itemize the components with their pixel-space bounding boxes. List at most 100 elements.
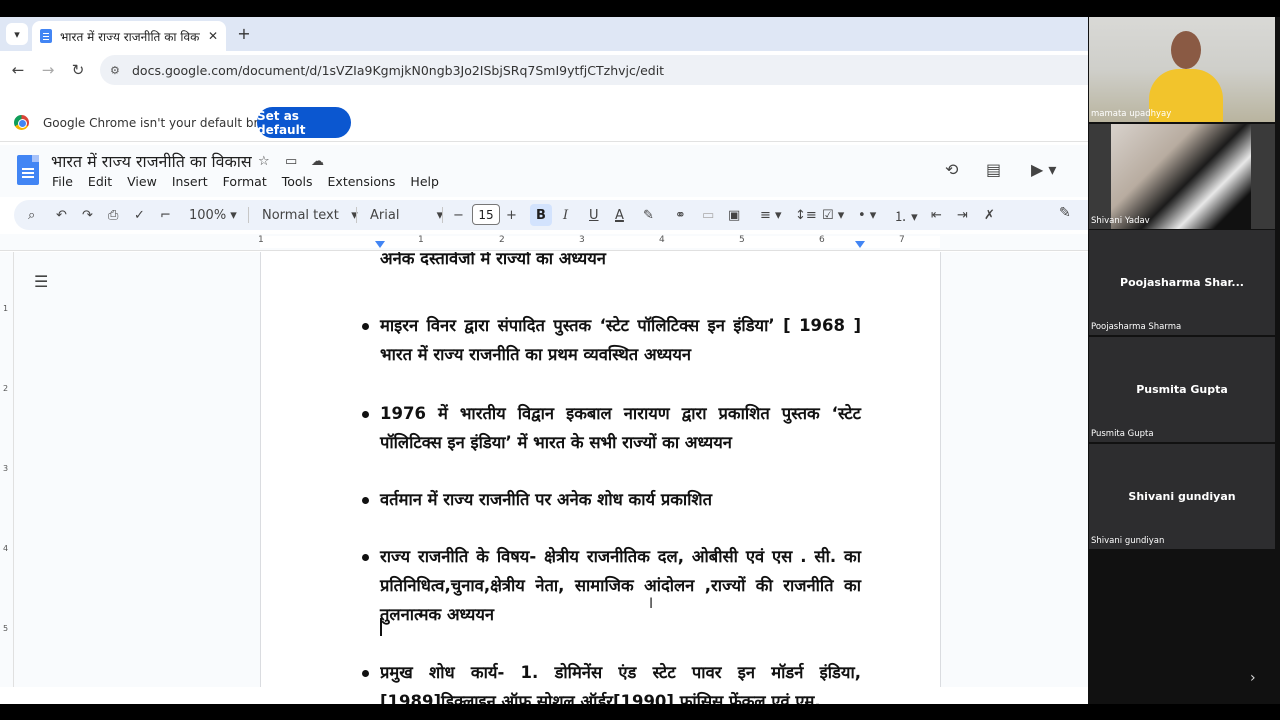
bullet-item-4: राज्य राजनीति के विषय- क्षेत्रीय राजनीति…: [380, 547, 861, 624]
font-size-input[interactable]: 15: [472, 204, 500, 225]
decrease-indent-icon[interactable]: ⇤: [931, 205, 942, 225]
chevron-right-icon[interactable]: ›: [1250, 670, 1256, 686]
decrease-font-size-icon[interactable]: −: [453, 205, 464, 225]
participant-center-label: Poojasharma Shar...: [1120, 276, 1244, 289]
partial-line: अनेक दस्तावेजों में राज्यों का अध्ययन: [380, 252, 606, 268]
toolbar-divider: [356, 207, 357, 223]
participant-tile-mamata[interactable]: [1089, 17, 1275, 122]
chrome-logo-icon: [14, 115, 29, 130]
vruler-number: 2: [3, 384, 9, 393]
undo-icon[interactable]: ↶: [56, 205, 67, 225]
set-as-default-button[interactable]: Set as default: [257, 107, 351, 138]
menu-insert[interactable]: Insert: [172, 174, 208, 189]
toolbar-divider: [248, 207, 249, 223]
zoom-value: 100%: [189, 207, 227, 223]
bullet-dot: [362, 670, 369, 677]
text-cursor: [380, 618, 382, 636]
back-icon[interactable]: ←: [8, 60, 28, 80]
spellcheck-icon[interactable]: ✓: [134, 205, 145, 225]
left-indent-marker[interactable]: [375, 241, 385, 248]
star-icon[interactable]: ☆: [258, 154, 270, 169]
increase-font-size-icon[interactable]: +: [506, 205, 517, 225]
ibeam-cursor-icon: I: [649, 596, 654, 612]
address-bar[interactable]: ⚙ docs.google.com/document/d/1sVZIa9Kgmj…: [100, 55, 1088, 85]
style-select[interactable]: Normal text ▾: [262, 205, 358, 225]
bullet-dot: [362, 497, 369, 504]
align-icon[interactable]: ≡ ▾: [760, 205, 782, 225]
vruler-number: 3: [3, 464, 9, 473]
bullet-item-1: माइरन विनर द्वारा संपादित पुस्तक ‘स्टेट …: [380, 316, 861, 364]
print-icon[interactable]: ⎙: [108, 205, 118, 225]
line-spacing-icon[interactable]: ↕≡: [795, 205, 817, 225]
bullet-item-2: 1976 में भारतीय विद्वान इकबाल नारायण द्व…: [380, 404, 861, 452]
ruler-number: 2: [499, 235, 505, 245]
numbered-list-icon[interactable]: ⒈ ▾: [894, 205, 918, 225]
meet-camera-icon[interactable]: ▶ ▾: [1031, 160, 1056, 179]
participant-name: Shivani Yadav: [1091, 216, 1150, 226]
vertical-ruler: 1 2 3 4 5: [0, 252, 14, 687]
bullet-dot: [362, 323, 369, 330]
font-select[interactable]: Arial ▾: [370, 205, 443, 225]
link-icon[interactable]: ⚭: [675, 205, 686, 225]
move-folder-icon[interactable]: ▭: [285, 154, 297, 169]
tab-title: भारत में राज्य राजनीति का विकास -: [60, 29, 200, 44]
menu-file[interactable]: File: [52, 174, 73, 189]
participant-name: Pusmita Gupta: [1091, 429, 1154, 439]
menu-edit[interactable]: Edit: [88, 174, 112, 189]
participant-name: Shivani gundiyan: [1091, 536, 1165, 546]
redo-icon[interactable]: ↷: [82, 205, 93, 225]
menu-tools[interactable]: Tools: [282, 174, 313, 189]
site-info-icon[interactable]: ⚙: [110, 64, 124, 77]
reload-icon[interactable]: ↻: [68, 60, 88, 80]
document-title[interactable]: भारत में राज्य राजनीति का विकास: [51, 150, 252, 172]
tab-docs[interactable]: भारत में राज्य राजनीति का विकास - ✕: [32, 21, 226, 51]
docs-logo-icon[interactable]: [17, 155, 39, 185]
underline-button[interactable]: U: [589, 205, 599, 225]
bulleted-list-icon[interactable]: • ▾: [858, 205, 876, 225]
menu-view[interactable]: View: [127, 174, 157, 189]
insert-image-icon[interactable]: ▣: [728, 205, 740, 225]
document-outline-icon[interactable]: ☰: [34, 272, 48, 291]
bold-button[interactable]: B: [530, 204, 552, 226]
vruler-number: 1: [3, 304, 9, 313]
menu-help[interactable]: Help: [410, 174, 439, 189]
add-comment-icon[interactable]: ▭: [702, 205, 714, 225]
clear-formatting-icon[interactable]: ✗: [984, 205, 995, 225]
menu-format[interactable]: Format: [223, 174, 267, 189]
search-menus-icon[interactable]: ⌕: [28, 205, 35, 225]
new-tab-icon[interactable]: +: [234, 23, 254, 43]
bottom-black-bar: [0, 704, 1280, 720]
ruler-number: 7: [899, 235, 905, 245]
address-row: ← → ↻ ⚙ docs.google.com/document/d/1sVZI…: [0, 51, 1088, 89]
editing-mode-icon[interactable]: ✎: [1059, 205, 1071, 221]
toolbar-divider: [442, 207, 443, 223]
url-text: docs.google.com/document/d/1sVZIa9KgmjkN…: [132, 62, 665, 78]
participant-video: [1111, 124, 1251, 229]
top-black-bar: [0, 0, 1280, 17]
text-color-button[interactable]: A: [615, 205, 624, 225]
checklist-icon[interactable]: ☑ ▾: [822, 205, 844, 225]
bullet-item-5: प्रमुख शोध कार्य- 1. डोमिनेंस एंड स्टेट …: [380, 663, 861, 704]
highlight-icon[interactable]: ✎: [643, 205, 654, 225]
ruler-number: 1: [258, 235, 264, 245]
tab-search-icon[interactable]: ▾: [6, 23, 28, 45]
ruler-number: 6: [819, 235, 825, 245]
cloud-status-icon[interactable]: ☁: [311, 154, 324, 169]
tab-strip: ▾ भारत में राज्य राजनीति का विकास - ✕ +: [0, 17, 1088, 51]
bullet-dot: [362, 554, 369, 561]
participant-tile-shivani-yadav[interactable]: [1089, 124, 1275, 229]
version-history-icon[interactable]: ⟲: [945, 160, 958, 179]
italic-button[interactable]: I: [563, 205, 568, 225]
font-value: Arial: [370, 207, 400, 223]
docs-favicon-icon: [40, 29, 52, 43]
comments-icon[interactable]: ▤: [986, 160, 1001, 179]
bullet-dot: [362, 411, 369, 418]
right-indent-marker[interactable]: [855, 241, 865, 248]
menu-extensions[interactable]: Extensions: [328, 174, 396, 189]
forward-icon[interactable]: →: [38, 60, 58, 80]
zoom-select[interactable]: 100% ▾: [189, 205, 237, 225]
paint-format-icon[interactable]: ⌐: [160, 205, 171, 225]
increase-indent-icon[interactable]: ⇥: [957, 205, 968, 225]
close-icon[interactable]: ✕: [208, 29, 218, 43]
participant-center-label: Shivani gundiyan: [1128, 490, 1236, 503]
